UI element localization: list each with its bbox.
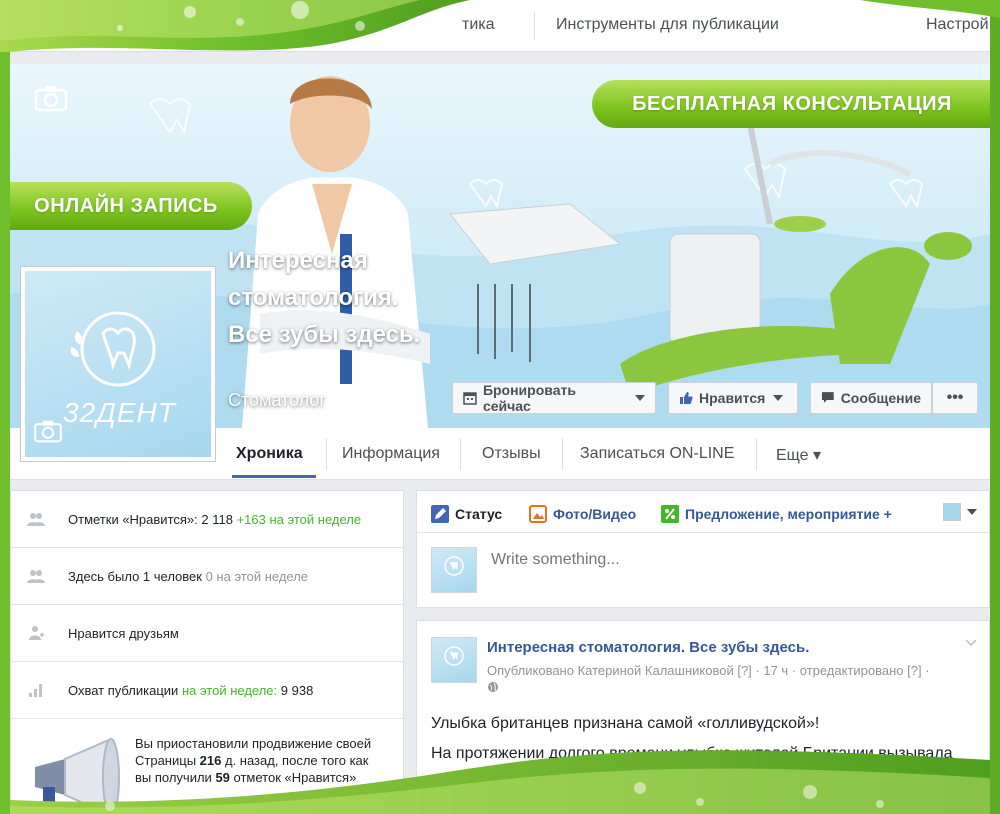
post-composer: Статус Фото/Видео Предложение, мероприят… (416, 490, 990, 608)
profile-logo: 32ДЕНТ (25, 271, 211, 457)
tooth-logo-icon (444, 646, 464, 666)
book-now-button[interactable]: Бронировать сейчас (452, 382, 656, 414)
checkins-stat-row[interactable]: Здесь было 1 человек 0 на этой неделе (11, 548, 403, 605)
admin-bar: тика Инструменты для публикации Настрой (10, 0, 990, 52)
checkins-stat-text: Здесь было 1 человек 0 на этой неделе (68, 569, 308, 584)
tab-separator (460, 438, 461, 470)
message-button[interactable]: Сообщение (810, 382, 932, 414)
post-body: Улыбка британцев признана самой «голливу… (431, 711, 979, 814)
offer-event-tab[interactable]: Предложение, мероприятие + (661, 505, 892, 523)
post-body-line-2: только шутки (431, 771, 529, 788)
bar-chart-icon (29, 684, 42, 697)
reach-stat-row[interactable]: Охват публикации на этой неделе: 9 938 (11, 662, 403, 719)
publishing-tools-tab[interactable]: Инструменты для публикации (556, 16, 779, 34)
post-body-line-3: желтые (431, 797, 488, 814)
tab-timeline[interactable]: Хроника (236, 445, 303, 463)
checkins-label: Здесь было 1 человек (68, 569, 202, 584)
composer-avatar (431, 547, 477, 593)
tab-reviews[interactable]: Отзывы (482, 445, 541, 463)
promo-days: 216 (199, 753, 222, 768)
checkins-week: 0 на этой неделе (205, 569, 309, 584)
chevron-down-icon (635, 395, 645, 401)
tab-separator (562, 438, 563, 470)
page-avatar-small (943, 503, 961, 521)
photo-video-tab[interactable]: Фото/Видео (529, 505, 636, 523)
chevron-down-icon (967, 509, 977, 515)
message-icon (821, 392, 834, 403)
likes-week: +163 на этой неделе (236, 512, 362, 527)
photo-icon (529, 505, 547, 523)
post-meta: Опубликовано Катериной Калашниковой [?] … (487, 662, 977, 698)
likes-label: Отметки «Нравится»: (68, 512, 198, 527)
tooth-logo-icon (444, 556, 464, 576)
offer-icon (661, 505, 679, 523)
settings-tab[interactable]: Настрой (926, 16, 989, 34)
reach-value: 9 938 (280, 683, 314, 698)
online-booking-banner: ОНЛАЙН ЗАПИСЬ (10, 182, 252, 230)
globe-icon[interactable] (487, 681, 499, 693)
book-now-label: Бронировать сейчас (482, 382, 576, 414)
more-options-button[interactable]: ••• (932, 382, 978, 414)
likes-count: 2 118 (201, 512, 233, 527)
tab-separator (326, 438, 327, 470)
tab-info[interactable]: Информация (342, 445, 440, 463)
like-page-button[interactable]: Нравится (668, 382, 798, 414)
promo-likes: 59 (215, 770, 230, 785)
thumbs-up-icon (680, 392, 693, 404)
photo-video-label: Фото/Видео (553, 506, 637, 522)
composer-tabs: Статус Фото/Видео Предложение, мероприят… (417, 491, 989, 533)
promotion-paused-notice: Вы приостановили продвижение своей Стран… (135, 735, 385, 786)
message-label: Сообщение (840, 390, 921, 406)
post-meta-text: Опубликовано Катериной Калашниковой [?] … (487, 663, 930, 678)
tab-more[interactable]: Еще ▾ (776, 445, 821, 465)
like-label: Нравится (699, 390, 766, 406)
chevron-down-icon (773, 395, 784, 401)
post-author-name[interactable]: Интересная стоматология. Все зубы здесь. (487, 639, 809, 656)
page-insights-sidebar: Отметки «Нравится»: 2 118 +163 на этой н… (10, 490, 404, 814)
post-body-line-1: На протяжении долгого времени улыбка жит… (431, 745, 953, 762)
promo-text-3: отметок «Нравится» (229, 770, 357, 785)
pencil-icon (431, 505, 449, 523)
post-as-selector[interactable] (943, 503, 977, 521)
tab-book-online[interactable]: Записаться ON-LINE (580, 445, 734, 463)
camera-icon[interactable] (33, 419, 63, 443)
admin-separator (534, 12, 535, 40)
status-tab-label: Статус (455, 506, 503, 522)
free-consultation-banner: БЕСПЛАТНАЯ КОНСУЛЬТАЦИЯ (592, 80, 990, 128)
friends-like-text: Нравится друзьям (68, 626, 179, 641)
status-input[interactable] (491, 551, 971, 569)
status-tab[interactable]: Статус (431, 505, 502, 523)
reach-label: Охват публикации (68, 683, 179, 698)
tab-separator (756, 438, 757, 470)
camera-icon[interactable] (34, 84, 68, 112)
post-headline: Улыбка британцев признана самой «голливу… (431, 715, 820, 732)
stats-tab[interactable]: тика (462, 16, 495, 34)
page-category[interactable]: Стоматолог (228, 390, 326, 411)
likes-stat-row[interactable]: Отметки «Нравится»: 2 118 +163 на этой н… (11, 491, 403, 548)
person-add-icon (29, 626, 44, 640)
friends-like-row[interactable]: Нравится друзьям (11, 605, 403, 662)
timeline-post: Интересная стоматология. Все зубы здесь.… (416, 620, 990, 814)
calendar-icon (463, 392, 477, 405)
reach-stat-text: Охват публикации на этой неделе: 9 938 (68, 683, 313, 698)
people-icon (27, 513, 45, 526)
offer-event-label: Предложение, мероприятие + (685, 506, 892, 522)
page-title[interactable]: Интересная стоматология. Все зубы здесь. (228, 242, 448, 353)
logo-text: 32ДЕНТ (63, 397, 176, 428)
chevron-down-icon[interactable] (965, 639, 977, 647)
likes-stat-text: Отметки «Нравится»: 2 118 +163 на этой н… (68, 512, 361, 527)
post-author-avatar[interactable] (431, 637, 477, 683)
megaphone-icon (35, 737, 120, 814)
profile-picture[interactable]: 32ДЕНТ (20, 266, 216, 462)
active-tab-indicator (232, 475, 316, 478)
people-icon (27, 570, 45, 583)
reach-week: на этой неделе: (181, 683, 278, 698)
